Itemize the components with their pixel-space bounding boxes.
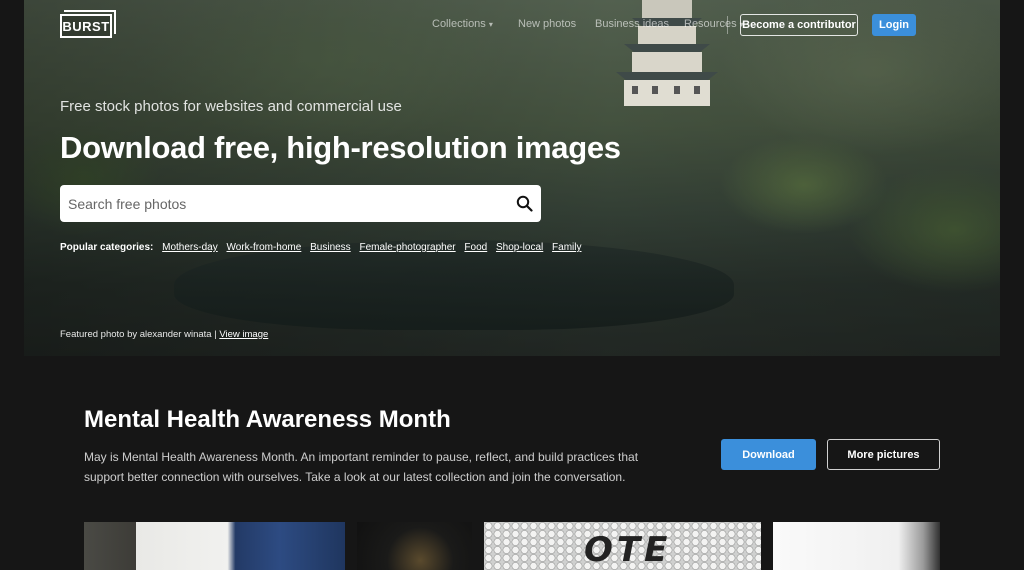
chevron-down-icon: ▾ bbox=[488, 20, 493, 29]
more-pictures-button[interactable]: More pictures bbox=[827, 439, 940, 470]
nav-business-ideas[interactable]: Business ideas bbox=[595, 18, 669, 30]
thumbnail-text: OTE bbox=[584, 530, 672, 570]
search-bar bbox=[60, 185, 541, 222]
collection-thumbnail[interactable] bbox=[357, 522, 472, 570]
category-link-shop-local[interactable]: Shop-local bbox=[496, 242, 543, 253]
hero-tagline: Free stock photos for websites and comme… bbox=[60, 98, 402, 115]
download-button[interactable]: Download bbox=[721, 439, 816, 470]
search-input[interactable] bbox=[60, 185, 500, 222]
nav-new-photos-label: New photos bbox=[518, 18, 577, 30]
hero-banner bbox=[24, 0, 1000, 356]
featured-credit-text: Featured photo by alexander winata | bbox=[60, 329, 217, 340]
featured-photo-credit: Featured photo by alexander winata | Vie… bbox=[60, 329, 268, 340]
collection-thumbnail[interactable] bbox=[773, 522, 940, 570]
nav-collections[interactable]: Collections ▾ bbox=[432, 18, 493, 30]
page: BURST Collections ▾ New photos Business i… bbox=[0, 0, 1024, 570]
category-link-business[interactable]: Business bbox=[310, 242, 351, 253]
login-button[interactable]: Login bbox=[872, 14, 916, 36]
nav-resources[interactable]: Resources ▾ bbox=[684, 18, 744, 30]
become-contributor-button[interactable]: Become a contributor bbox=[740, 14, 858, 36]
category-link-work-from-home[interactable]: Work-from-home bbox=[227, 242, 302, 253]
collection-description: May is Mental Health Awareness Month. An… bbox=[84, 450, 639, 484]
collection-thumbnail[interactable]: OTE bbox=[484, 522, 761, 570]
pond-reflection bbox=[174, 240, 734, 330]
category-link-mothers-day[interactable]: Mothers-day bbox=[162, 242, 218, 253]
collection-title: Mental Health Awareness Month bbox=[84, 406, 451, 433]
logo-text: BURST bbox=[60, 14, 112, 38]
category-link-female-photographer[interactable]: Female-photographer bbox=[359, 242, 455, 253]
view-image-link[interactable]: View image bbox=[219, 329, 268, 340]
category-link-family[interactable]: Family bbox=[552, 242, 581, 253]
hero-headline: Download free, high-resolution images bbox=[60, 130, 621, 165]
nav-resources-label: Resources bbox=[684, 18, 737, 30]
nav-divider bbox=[727, 16, 728, 34]
popular-categories-label: Popular categories: bbox=[60, 242, 154, 253]
nav-business-ideas-label: Business ideas bbox=[595, 18, 669, 30]
search-icon[interactable] bbox=[516, 195, 533, 212]
collection-thumbnail[interactable] bbox=[84, 522, 345, 570]
burst-logo[interactable]: BURST bbox=[60, 10, 116, 38]
nav-collections-label: Collections bbox=[432, 18, 486, 30]
nav-new-photos[interactable]: New photos bbox=[518, 18, 576, 30]
popular-categories: Popular categories: Mothers-day Work-fro… bbox=[60, 242, 588, 253]
category-link-food[interactable]: Food bbox=[464, 242, 487, 253]
castle-illustration bbox=[616, 0, 718, 106]
